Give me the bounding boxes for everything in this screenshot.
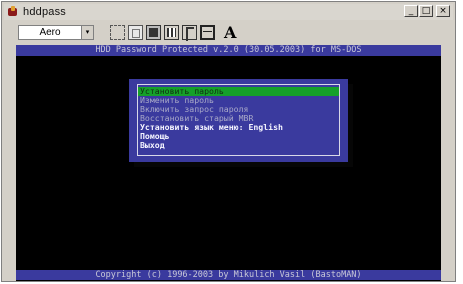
font-select[interactable]: Aero ▾ [18,24,94,40]
app-window: hddpass _ □ × Aero ▾ A HDD Password Prot… [1,1,456,282]
font-select-value: Aero [39,26,61,38]
background-icon[interactable] [200,24,215,40]
menu-item-exit[interactable]: Выход [140,141,165,150]
font-button[interactable]: A [224,24,236,40]
paste-icon[interactable] [146,24,161,40]
screen-header: HDD Password Protected v.2.0 (30.05.2003… [16,45,441,56]
screen-footer: Copyright (c) 1996-2003 by Mikulich Vasi… [16,270,441,280]
chevron-down-icon[interactable]: ▾ [81,25,93,39]
window-controls: _ □ × [404,5,450,17]
menu-frame: Установить пароль Изменить пароль Включи… [137,84,340,156]
close-button[interactable]: × [436,5,450,17]
properties-icon[interactable] [182,24,197,41]
toolbar: Aero ▾ A [4,21,453,43]
copy-icon[interactable] [128,24,143,40]
mark-icon[interactable] [110,24,125,40]
minimize-button[interactable]: _ [404,5,418,17]
dos-screen: HDD Password Protected v.2.0 (30.05.2003… [16,45,441,281]
window-title: hddpass [23,6,66,18]
app-icon [7,6,19,18]
maximize-button[interactable]: □ [419,5,433,17]
main-menu: Установить пароль Изменить пароль Включи… [129,79,348,162]
title-bar[interactable]: hddpass _ □ × [4,4,453,20]
toolbar-buttons: A [110,24,236,41]
fullscreen-icon[interactable] [164,24,179,40]
